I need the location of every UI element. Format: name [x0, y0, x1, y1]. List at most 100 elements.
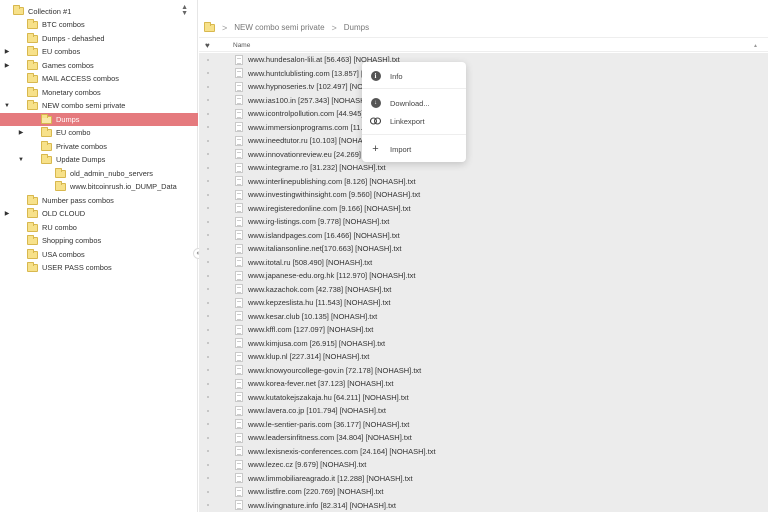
- favorite-toggle[interactable]: [207, 220, 209, 223]
- favorite-toggle[interactable]: [207, 328, 209, 331]
- expander-icon[interactable]: ▼: [3, 103, 11, 109]
- sidebar-item[interactable]: Dumps: [0, 112, 198, 126]
- file-row[interactable]: www.investingwithinsight.com [9.560] [NO…: [199, 188, 768, 202]
- favorite-toggle[interactable]: [207, 463, 209, 466]
- file-row[interactable]: www.japanese-edu.org.hk [112.970] [NOHAS…: [199, 269, 768, 283]
- file-row[interactable]: www.lavera.co.jp [101.794] [NOHASH].txt: [199, 404, 768, 418]
- file-row[interactable]: www.islandpages.com [16.466] [NOHASH].tx…: [199, 229, 768, 243]
- favorite-toggle[interactable]: [207, 342, 209, 345]
- favorite-toggle[interactable]: [207, 72, 209, 75]
- sidebar-item[interactable]: www.bitcoinrush.io_DUMP_Data: [0, 180, 198, 193]
- sort-ascending-icon[interactable]: ▲: [753, 43, 758, 49]
- favorite-toggle[interactable]: [207, 166, 209, 169]
- sidebar-item[interactable]: old_admin_nubo_servers: [0, 167, 198, 180]
- file-row[interactable]: www.hypnoseries.tv [102.497] [NOHASH].tx…: [199, 80, 768, 94]
- file-row[interactable]: www.korea-fever.net [37.123] [NOHASH].tx…: [199, 377, 768, 391]
- file-row[interactable]: www.klup.nl [227.314] [NOHASH].txt: [199, 350, 768, 364]
- favorite-toggle[interactable]: [207, 504, 209, 507]
- sidebar-item[interactable]: ▶ EU combos: [0, 45, 198, 58]
- favorite-toggle[interactable]: [207, 126, 209, 129]
- menu-item-linkexport[interactable]: Linkexport: [362, 113, 466, 129]
- sidebar-item[interactable]: Private combos: [0, 140, 198, 153]
- favorite-toggle[interactable]: [207, 193, 209, 196]
- file-row[interactable]: www.iregisteredonline.com [9.166] [NOHAS…: [199, 202, 768, 216]
- favorite-toggle[interactable]: [207, 207, 209, 210]
- menu-item-info[interactable]: i Info: [362, 68, 466, 84]
- favorite-toggle[interactable]: [207, 58, 209, 61]
- file-row[interactable]: www.kesar.club [10.135] [NOHASH].txt: [199, 310, 768, 324]
- sidebar-item[interactable]: USER PASS combos: [0, 261, 198, 274]
- favorite-toggle[interactable]: [207, 139, 209, 142]
- favorite-toggle[interactable]: [207, 423, 209, 426]
- file-row[interactable]: www.hundesalon-lili.at [56.463] [NOHASH]…: [199, 53, 768, 67]
- file-row[interactable]: www.kimjusa.com [26.915] [NOHASH].txt: [199, 337, 768, 351]
- file-row[interactable]: www.ineedtutor.ru [10.103] [NOHASH].txt: [199, 134, 768, 148]
- favorite-toggle[interactable]: [207, 288, 209, 291]
- sidebar-item[interactable]: BTC combos: [0, 18, 198, 31]
- file-row[interactable]: www.lezec.cz [9.679] [NOHASH].txt: [199, 458, 768, 472]
- file-row[interactable]: www.ias100.in [257.343] [NOHASH].txt: [199, 94, 768, 108]
- favorite-toggle[interactable]: [207, 315, 209, 318]
- favorite-toggle[interactable]: [207, 112, 209, 115]
- breadcrumb-item-dumps[interactable]: Dumps: [344, 23, 369, 32]
- file-row[interactable]: www.interlinepublishing.com [8.126] [NOH…: [199, 175, 768, 189]
- file-row[interactable]: www.icontrolpollution.com [44.945] [NOHA…: [199, 107, 768, 121]
- expander-icon[interactable]: ▶: [3, 48, 11, 55]
- favorite-toggle[interactable]: [207, 274, 209, 277]
- file-row[interactable]: www.leadersinfitness.com [34.804] [NOHAS…: [199, 431, 768, 445]
- favorite-toggle[interactable]: [207, 396, 209, 399]
- file-row[interactable]: www.knowyourcollege-gov.in [72.178] [NOH…: [199, 364, 768, 378]
- favorite-toggle[interactable]: [207, 355, 209, 358]
- favorite-toggle[interactable]: [207, 301, 209, 304]
- sidebar-item[interactable]: ▶ Games combos: [0, 59, 198, 72]
- sidebar-item[interactable]: USA combos: [0, 248, 198, 261]
- favorite-toggle[interactable]: [207, 234, 209, 237]
- file-row[interactable]: www.lexisnexis-conferences.com [24.164] …: [199, 445, 768, 459]
- favorite-toggle[interactable]: [207, 369, 209, 372]
- file-row[interactable]: www.limmobiliareagrado.it [12.288] [NOHA…: [199, 472, 768, 486]
- sidebar-item[interactable]: RU combo: [0, 221, 198, 234]
- file-row[interactable]: www.integrame.ro [31.232] [NOHASH].txt: [199, 161, 768, 175]
- sidebar-item[interactable]: Monetary combos: [0, 86, 198, 99]
- sidebar-item[interactable]: MAIL ACCESS combos: [0, 72, 198, 85]
- sidebar-item[interactable]: ▼ NEW combo semi private: [0, 99, 198, 112]
- sidebar-item[interactable]: ▶ EU combo: [0, 126, 198, 139]
- favorite-toggle[interactable]: [207, 477, 209, 480]
- file-row[interactable]: www.italiansonline.net[170.663] [NOHASH]…: [199, 242, 768, 256]
- file-row[interactable]: www.listfire.com [220.769] [NOHASH].txt: [199, 485, 768, 499]
- collection-selector[interactable]: Collection #1 ▲ ▼: [0, 4, 198, 18]
- favorite-toggle[interactable]: [207, 153, 209, 156]
- file-row[interactable]: www.innovationreview.eu [24.269] [NOHASH…: [199, 148, 768, 162]
- favorite-toggle[interactable]: [207, 450, 209, 453]
- expander-icon[interactable]: ▶: [17, 129, 25, 136]
- file-row[interactable]: www.immersionprograms.com [11.222] [NOHA…: [199, 121, 768, 135]
- sidebar-item[interactable]: Shopping combos: [0, 234, 198, 247]
- file-row[interactable]: www.livingnature.info [82.314] [NOHASH].…: [199, 499, 768, 512]
- file-row[interactable]: www.kutatokejszakaja.hu [64.211] [NOHASH…: [199, 391, 768, 405]
- favorite-toggle[interactable]: [207, 382, 209, 385]
- favorite-toggle[interactable]: [207, 436, 209, 439]
- favorite-toggle[interactable]: [207, 85, 209, 88]
- file-row[interactable]: www.le-sentier-paris.com [36.177] [NOHAS…: [199, 418, 768, 432]
- favorite-toggle[interactable]: [207, 99, 209, 102]
- file-row[interactable]: www.kepzeslista.hu [11.543] [NOHASH].txt: [199, 296, 768, 310]
- column-name[interactable]: Name: [233, 42, 250, 49]
- menu-item-download[interactable]: ↓ Download...: [362, 95, 466, 111]
- file-row[interactable]: www.kazachok.com [42.738] [NOHASH].txt: [199, 283, 768, 297]
- favorite-toggle[interactable]: [207, 180, 209, 183]
- expander-icon[interactable]: ▶: [3, 62, 11, 69]
- file-row[interactable]: www.huntclublisting.com [13.857] [NOHASH…: [199, 67, 768, 81]
- favorite-toggle[interactable]: [207, 261, 209, 264]
- file-row[interactable]: www.irg-listings.com [9.778] [NOHASH].tx…: [199, 215, 768, 229]
- sidebar-item[interactable]: Number pass combos: [0, 194, 198, 207]
- expander-icon[interactable]: ▶: [3, 210, 11, 217]
- sidebar-item[interactable]: ▼ Update Dumps: [0, 153, 198, 166]
- sort-icon[interactable]: ▲ ▼: [181, 4, 188, 17]
- favorite-toggle[interactable]: [207, 409, 209, 412]
- sidebar-item[interactable]: Dumps - dehashed: [0, 32, 198, 45]
- expander-icon[interactable]: ▼: [17, 157, 25, 163]
- file-row[interactable]: www.kffl.com [127.097] [NOHASH].txt: [199, 323, 768, 337]
- heart-icon[interactable]: ♥: [205, 41, 210, 50]
- breadcrumb-item-new-combo-semi-private[interactable]: NEW combo semi private: [234, 23, 324, 32]
- menu-item-import[interactable]: + Import: [362, 141, 466, 157]
